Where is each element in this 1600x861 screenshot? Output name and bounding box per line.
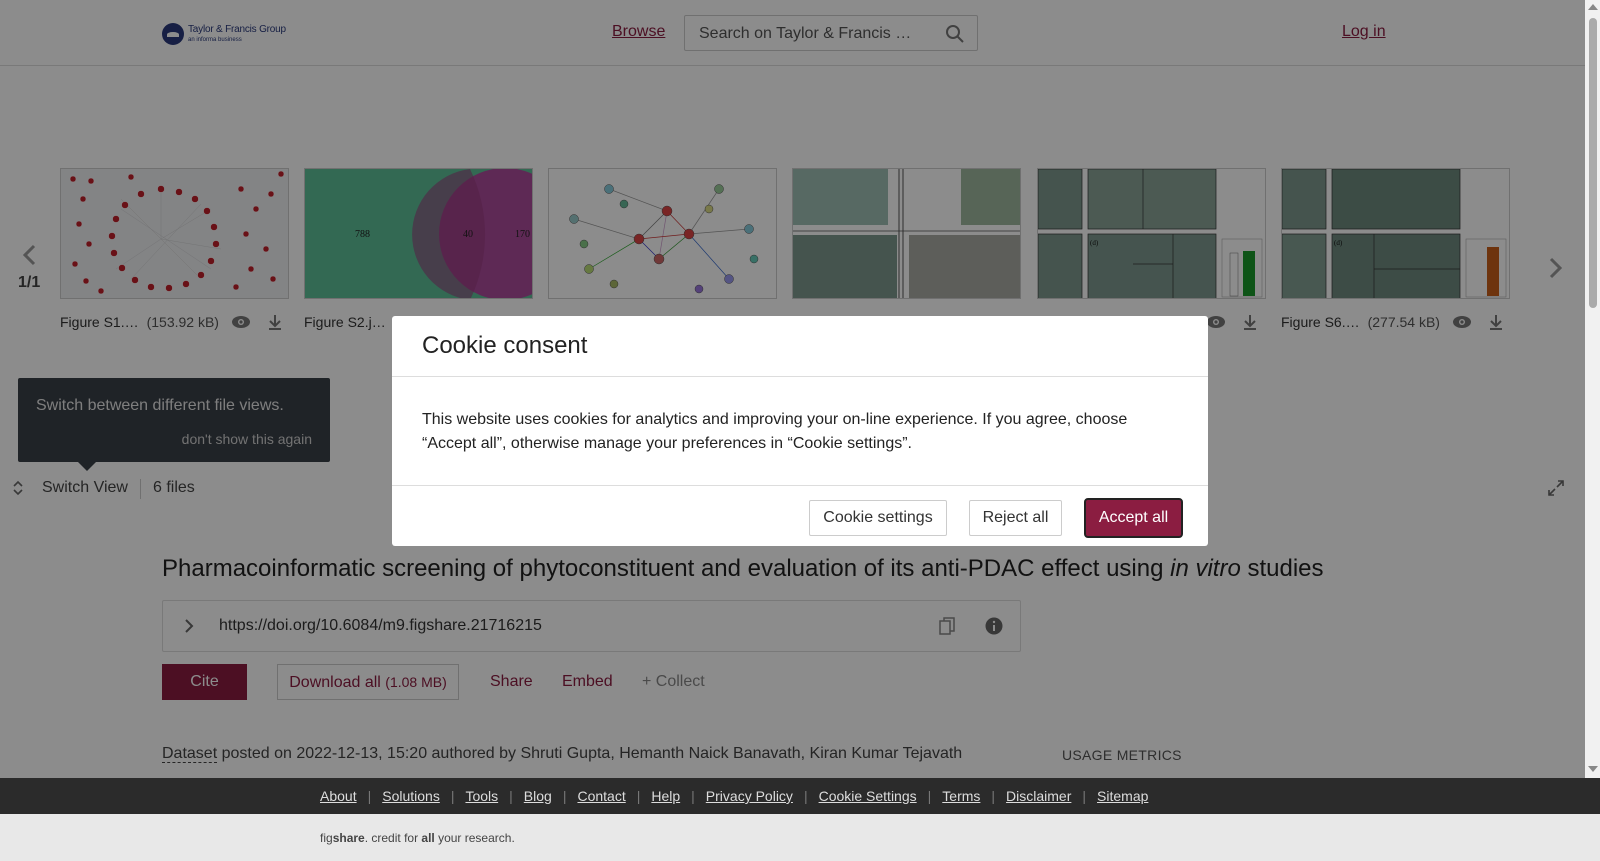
modal-body-text: This website uses cookies for analytics … [422, 411, 1128, 452]
footer-link-disclaimer[interactable]: Disclaimer [1006, 788, 1071, 804]
footer-link-cookie-settings[interactable]: Cookie Settings [819, 788, 917, 804]
footer-link-tools[interactable]: Tools [465, 788, 498, 804]
scroll-down-arrow-icon[interactable] [1588, 766, 1598, 772]
scroll-up-arrow-icon[interactable] [1588, 4, 1598, 10]
modal-title: Cookie consent [422, 332, 588, 359]
accept-all-button[interactable]: Accept all [1084, 498, 1183, 538]
page-scrollbar[interactable] [1585, 0, 1600, 778]
footer-link-solutions[interactable]: Solutions [382, 788, 440, 804]
footer-nav: About | Solutions | Tools | Blog | Contact | … [0, 778, 1600, 814]
scrollbar-thumb[interactable] [1589, 18, 1597, 308]
figshare-credit: figshare. credit for all your research. [320, 831, 515, 845]
footer-link-contact[interactable]: Contact [577, 788, 625, 804]
reject-all-button[interactable]: Reject all [969, 500, 1062, 536]
footer-link-privacy-policy[interactable]: Privacy Policy [706, 788, 793, 804]
footer-link-terms[interactable]: Terms [942, 788, 980, 804]
cookie-consent-modal: Cookie consent This website uses cookies… [392, 316, 1208, 546]
footer-link-blog[interactable]: Blog [524, 788, 552, 804]
footer-link-sitemap[interactable]: Sitemap [1097, 788, 1148, 804]
footer-link-about[interactable]: About [320, 788, 357, 804]
footer-link-help[interactable]: Help [651, 788, 680, 804]
cookie-settings-button[interactable]: Cookie settings [809, 500, 947, 536]
footer-credit-bar: figshare. credit for all your research. [0, 814, 1600, 861]
